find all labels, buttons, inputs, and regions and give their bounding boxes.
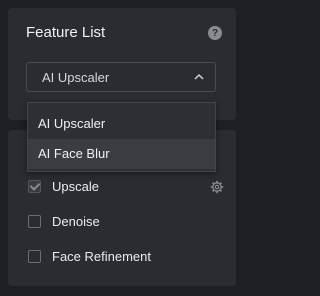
upscale-checkbox[interactable] bbox=[28, 179, 41, 193]
denoise-checkbox[interactable] bbox=[28, 214, 41, 228]
help-icon[interactable]: ? bbox=[208, 26, 222, 40]
upscale-label: Upscale bbox=[52, 178, 99, 194]
feature-select-value: AI Upscaler bbox=[42, 70, 110, 85]
dropdown-option-ai-face-blur[interactable]: AI Face Blur bbox=[28, 139, 215, 169]
face-refinement-checkbox[interactable] bbox=[28, 249, 41, 263]
feature-dropdown-menu: AI Upscaler AI Face Blur bbox=[27, 102, 216, 172]
face-refinement-option: Face Refinement bbox=[28, 248, 151, 264]
gear-icon[interactable] bbox=[210, 180, 224, 194]
chevron-up-icon bbox=[194, 73, 204, 80]
face-refinement-label: Face Refinement bbox=[52, 248, 151, 264]
feature-select[interactable]: AI Upscaler bbox=[26, 62, 216, 92]
dropdown-option-ai-upscaler[interactable]: AI Upscaler bbox=[28, 109, 215, 139]
panel-title: Feature List bbox=[26, 24, 106, 41]
upscale-option: Upscale bbox=[28, 178, 99, 194]
denoise-label: Denoise bbox=[52, 213, 100, 229]
denoise-option: Denoise bbox=[28, 213, 100, 229]
